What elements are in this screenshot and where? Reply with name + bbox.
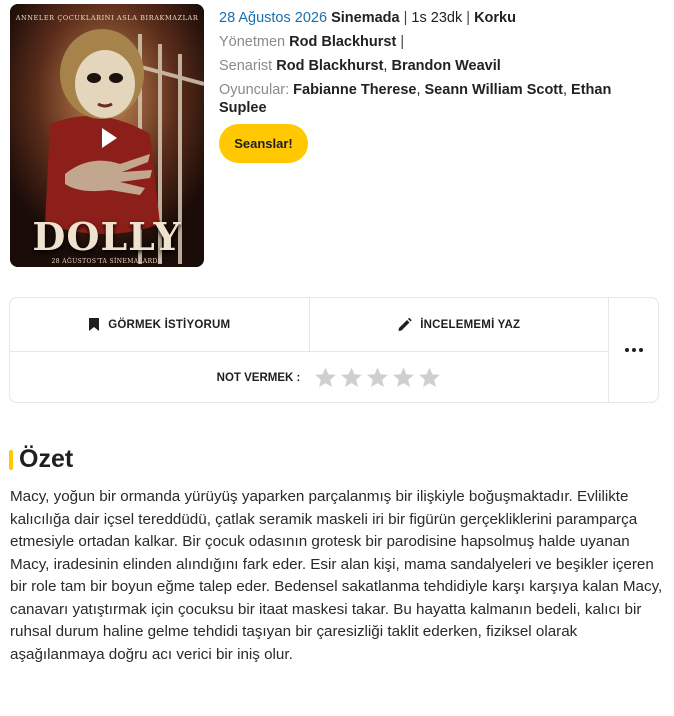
write-review-button[interactable]: İNCELEMEMİ YAZ	[308, 298, 609, 351]
writer-label: Senarist	[219, 58, 273, 74]
movie-meta: 28 Ağustos 2026 Sinemada | 1s 23dk | Kor…	[219, 6, 659, 30]
poster-tagline: ANNELER ÇOCUKLARINI ASLA BIRAKMAZLAR	[15, 14, 199, 22]
action-row: GÖRMEK İSTİYORUM İNCELEMEMİ YAZ	[10, 298, 608, 352]
separator: ,	[562, 82, 567, 98]
rating-row: NOT VERMEK :	[10, 352, 608, 403]
star-rating[interactable]	[314, 366, 441, 389]
duration: 1s 23dk	[411, 10, 463, 26]
separator: ,	[416, 82, 421, 98]
separator: |	[403, 10, 408, 26]
genre-link[interactable]: Korku	[474, 10, 516, 26]
star-icon[interactable]	[340, 366, 363, 389]
director-line: Yönetmen Rod Blackhurst |	[219, 30, 659, 54]
rating-label: NOT VERMEK :	[216, 371, 301, 384]
release-date-link[interactable]: 28 Ağustos 2026	[219, 10, 327, 26]
status-label: Sinemada	[331, 10, 400, 26]
star-icon[interactable]	[392, 366, 415, 389]
summary-title: Özet	[19, 445, 74, 473]
cast-line: Oyuncular: Fabianne Therese, Seann Willi…	[219, 81, 659, 117]
bookmark-icon	[89, 318, 100, 331]
poster-title: DOLLY	[32, 214, 182, 259]
cast-label: Oyuncular:	[219, 82, 290, 98]
summary-heading: Özet	[9, 445, 73, 474]
director-link[interactable]: Rod Blackhurst	[289, 34, 396, 50]
separator: |	[396, 34, 405, 50]
watchlist-label: GÖRMEK İSTİYORUM	[108, 318, 231, 331]
play-icon[interactable]	[98, 125, 120, 151]
pencil-icon	[398, 317, 412, 331]
sessions-button[interactable]: Seanslar!	[219, 124, 308, 163]
cast-link[interactable]: Fabianne Therese	[293, 82, 416, 98]
separator: ,	[383, 58, 388, 74]
writer-link[interactable]: Brandon Weavil	[391, 58, 500, 74]
watchlist-button[interactable]: GÖRMEK İSTİYORUM	[10, 298, 309, 351]
cast-link[interactable]: Seann William Scott	[425, 82, 563, 98]
heading-accent-bar	[9, 449, 13, 470]
write-review-label: İNCELEMEMİ YAZ	[420, 318, 521, 331]
director-label: Yönetmen	[219, 34, 286, 50]
action-card: GÖRMEK İSTİYORUM İNCELEMEMİ YAZ NOT VERM…	[9, 297, 659, 403]
star-icon[interactable]	[366, 366, 389, 389]
star-icon[interactable]	[314, 366, 337, 389]
writer-link[interactable]: Rod Blackhurst	[276, 58, 383, 74]
summary-text: Macy, yoğun bir ormanda yürüyüş yaparken…	[10, 488, 663, 663]
more-icon	[625, 348, 643, 352]
poster-release-text: 28 AĞUSTOS'TA SİNEMALARDA	[51, 258, 163, 265]
writer-line: Senarist Rod Blackhurst, Brandon Weavil	[219, 54, 659, 78]
separator: |	[466, 10, 471, 26]
more-options-button[interactable]	[608, 298, 659, 402]
star-icon[interactable]	[418, 366, 441, 389]
movie-poster[interactable]: ANNELER ÇOCUKLARINI ASLA BIRAKMAZLAR DOL…	[10, 4, 204, 267]
movie-info: 28 Ağustos 2026 Sinemada | 1s 23dk | Kor…	[219, 6, 659, 117]
